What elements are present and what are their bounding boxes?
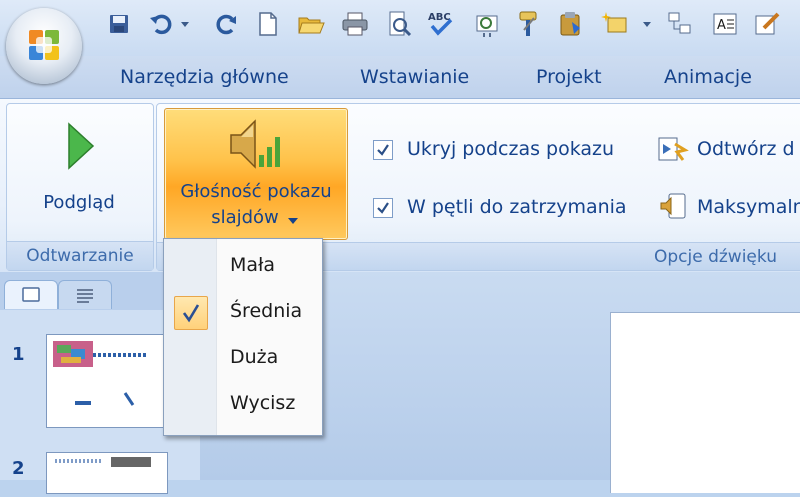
quick-access-toolbar: ABC A bbox=[0, 0, 800, 56]
office-button[interactable] bbox=[6, 8, 82, 84]
hide-during-show-label[interactable]: Ukryj podczas pokazu bbox=[407, 138, 614, 160]
chevron-down-icon bbox=[288, 218, 298, 224]
save-icon[interactable] bbox=[104, 8, 134, 40]
playback-group: Podgląd Odtwarzanie bbox=[6, 103, 154, 271]
volume-label-line2: slajdów bbox=[211, 207, 279, 228]
menu-item-label: Duża bbox=[230, 346, 279, 368]
play-sound-icon bbox=[658, 137, 689, 161]
tab-outline[interactable] bbox=[58, 280, 112, 309]
loop-until-stopped-checkbox[interactable] bbox=[373, 198, 393, 218]
new-document-icon[interactable] bbox=[252, 8, 282, 40]
hide-during-show-checkbox[interactable] bbox=[373, 140, 393, 160]
slide-number: 2 bbox=[12, 458, 25, 479]
redo-icon[interactable] bbox=[212, 8, 242, 40]
new-slide-icon[interactable] bbox=[600, 8, 630, 40]
slide-show-volume-button[interactable]: Głośność pokazu slajdów bbox=[164, 108, 348, 240]
checkmark-icon bbox=[377, 144, 389, 156]
edit-icon[interactable] bbox=[752, 8, 782, 40]
slide-thumbnail[interactable] bbox=[46, 452, 168, 494]
paste-icon[interactable] bbox=[556, 8, 586, 40]
slide-canvas[interactable] bbox=[610, 312, 800, 493]
print-icon[interactable] bbox=[340, 8, 370, 40]
office-logo-icon bbox=[29, 30, 59, 60]
menu-item-label: Wycisz bbox=[230, 392, 296, 414]
menu-item-label: Średnia bbox=[230, 300, 303, 322]
outline-icon[interactable] bbox=[666, 8, 696, 40]
volume-dropdown-menu: Mała Średnia Duża Wycisz bbox=[163, 238, 323, 436]
selected-indicator bbox=[174, 296, 208, 330]
print-preview-icon[interactable] bbox=[384, 8, 414, 40]
maximize-label[interactable]: Maksymaln bbox=[697, 196, 800, 218]
slides-icon bbox=[22, 287, 40, 302]
spelling-icon[interactable]: ABC bbox=[426, 8, 456, 40]
slide-number: 1 bbox=[12, 344, 25, 365]
menu-item-medium[interactable]: Średnia bbox=[164, 291, 322, 335]
ribbon: Podgląd Odtwarzanie Opcje dźwięku Ukryj … bbox=[0, 98, 800, 273]
outline-list-icon bbox=[77, 289, 93, 303]
slide-thumbnail[interactable] bbox=[46, 334, 168, 428]
speaker-volume-icon bbox=[230, 119, 280, 169]
svg-text:A: A bbox=[717, 18, 726, 33]
dropdown-arrow-icon[interactable] bbox=[178, 8, 192, 40]
format-painter-icon[interactable] bbox=[514, 8, 544, 40]
menu-item-label: Mała bbox=[230, 254, 276, 276]
play-sound-label[interactable]: Odtwórz d bbox=[697, 138, 795, 160]
slide-thumbnail-image bbox=[53, 341, 147, 406]
playback-group-label: Odtwarzanie bbox=[7, 241, 153, 270]
maximize-icon bbox=[660, 193, 686, 219]
menu-item-high[interactable]: Duża bbox=[164, 337, 322, 381]
research-icon[interactable] bbox=[472, 8, 502, 40]
tab-slides[interactable] bbox=[4, 280, 58, 309]
menu-item-mute[interactable]: Wycisz bbox=[164, 383, 322, 427]
tab-design[interactable]: Projekt bbox=[536, 66, 602, 88]
tab-home[interactable]: Narzędzia główne bbox=[120, 66, 289, 88]
tab-animations[interactable]: Animacje bbox=[664, 66, 752, 88]
loop-until-stopped-label[interactable]: W pętli do zatrzymania bbox=[407, 196, 627, 218]
preview-label: Podgląd bbox=[43, 192, 115, 213]
tab-insert[interactable]: Wstawianie bbox=[360, 66, 469, 88]
menu-item-low[interactable]: Mała bbox=[164, 245, 322, 289]
play-icon bbox=[68, 122, 95, 170]
customize-icon[interactable] bbox=[640, 8, 654, 40]
preview-button[interactable]: Podgląd bbox=[15, 108, 143, 234]
undo-icon[interactable] bbox=[146, 8, 176, 40]
slide-thumbnail-image bbox=[55, 457, 151, 467]
ribbon-tabs: Narzędzia główne Wstawianie Projekt Anim… bbox=[0, 56, 800, 98]
checkmark-icon bbox=[182, 304, 200, 323]
open-folder-icon[interactable] bbox=[296, 8, 326, 40]
checkmark-icon bbox=[377, 202, 389, 214]
volume-label-line1: Głośność pokazu bbox=[180, 181, 332, 202]
text-box-icon[interactable]: A bbox=[710, 8, 740, 40]
